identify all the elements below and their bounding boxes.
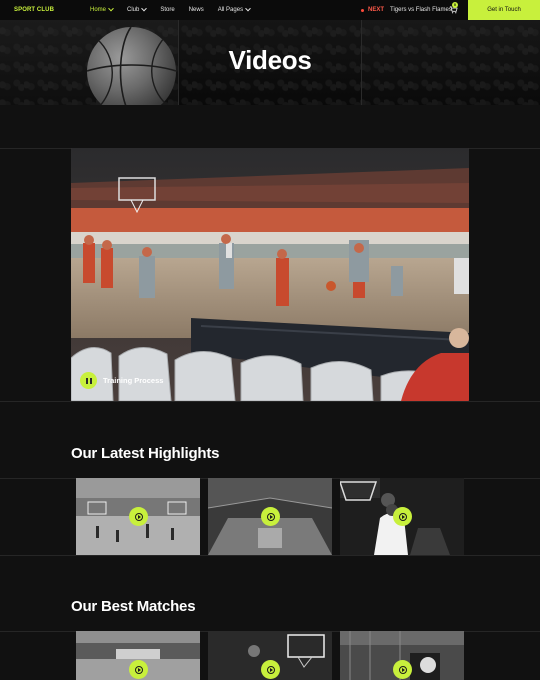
logo[interactable]: SPORT CLUB [14,7,54,13]
section-divider [0,401,540,402]
highlight-video-card[interactable] [208,478,332,555]
menu-item-label: Club [127,7,140,13]
play-icon[interactable] [129,507,148,526]
menu-item-club[interactable]: Club [127,5,148,13]
play-icon[interactable] [261,660,280,679]
menu-item-news[interactable]: News [189,7,204,13]
play-icon[interactable] [129,660,148,679]
section-divider [0,555,540,556]
top-navbar: SPORT CLUB Home Club Store News All Page… [0,0,540,20]
match-video-card[interactable] [208,631,332,680]
next-match-name: Tigers vs Flash Flames [390,7,452,13]
get-in-touch-button[interactable]: Get in Touch [468,0,540,20]
match-video-card[interactable] [76,631,200,680]
menu-item-all-pages[interactable]: All Pages [217,5,251,13]
live-dot-icon [361,8,364,12]
featured-video-label: Training Process [103,376,164,385]
menu-item-label: Store [160,7,175,13]
play-icon[interactable] [261,507,280,526]
featured-video[interactable] [71,148,469,401]
menu-item-label: All Pages [217,7,244,13]
page-title: Videos [228,45,312,75]
cart-count-badge: 0 [452,2,458,8]
menu-item-home[interactable]: Home [90,5,114,13]
highlights-title: Our Latest Highlights [71,445,220,462]
chevron-down-icon [141,5,148,12]
featured-video-control[interactable]: Training Process [80,372,163,389]
menu-item-label: News [188,7,204,13]
highlight-video-card[interactable] [76,478,200,555]
menu-item-label: Home [90,7,107,13]
chevron-down-icon [108,5,114,12]
menu-item-store[interactable]: Store [160,7,174,13]
next-label: NEXT [368,7,385,13]
play-icon[interactable] [393,660,412,679]
matches-title: Our Best Matches [71,598,196,615]
pause-icon[interactable] [80,372,97,389]
main-menu: Home Club Store News All Pages [90,5,264,13]
match-video-card[interactable] [340,631,464,680]
next-match-ticker[interactable]: NEXT Tigers vs Flash Flames [361,7,452,13]
chevron-down-icon [245,5,251,12]
highlight-video-card[interactable] [340,478,464,555]
play-icon[interactable] [393,507,412,526]
